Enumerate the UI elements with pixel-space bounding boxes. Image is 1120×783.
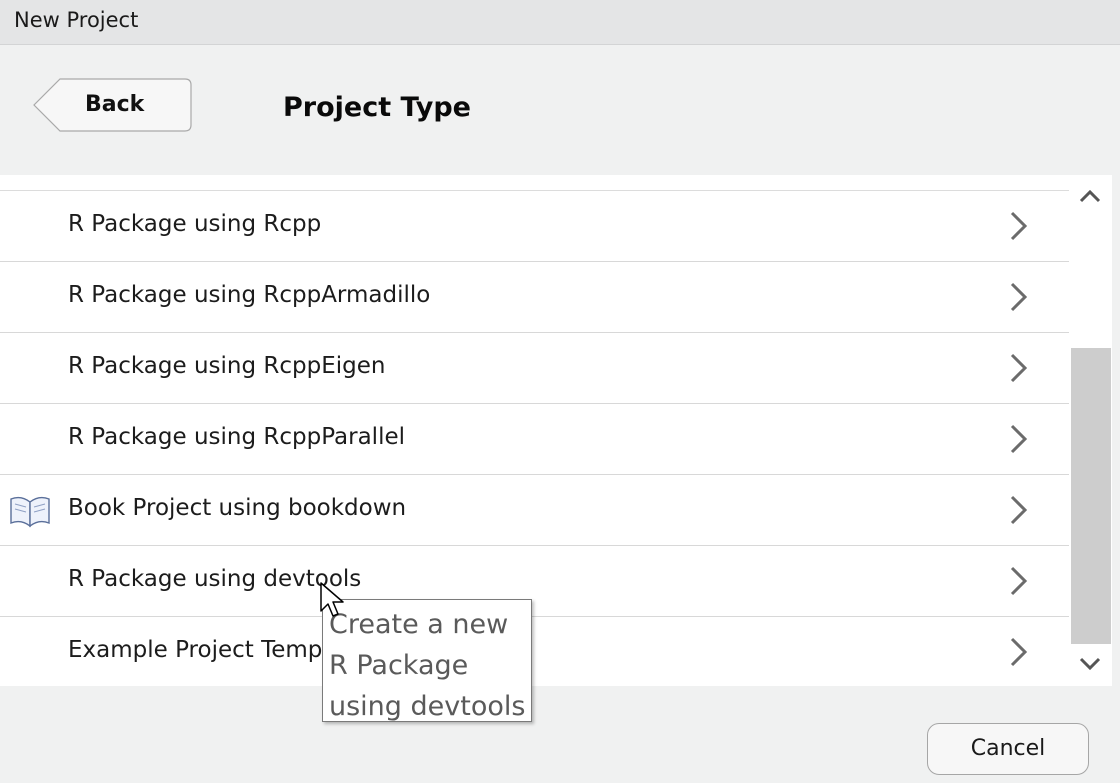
new-project-dialog: New Project Back Project Type R Package …	[0, 0, 1120, 783]
list-scrollbar[interactable]	[1069, 175, 1112, 686]
list-item-label: R Package using Rcpp	[68, 211, 322, 237]
list-item-label: Book Project using bookdown	[68, 495, 407, 521]
chevron-right-icon	[1010, 282, 1028, 312]
chevron-right-icon	[1010, 566, 1028, 596]
chevron-right-icon	[1010, 211, 1028, 241]
back-button[interactable]: Back	[33, 78, 192, 132]
chevron-right-icon	[1010, 353, 1028, 383]
scroll-down-arrow-icon[interactable]	[1077, 653, 1103, 675]
chevron-right-icon	[1010, 495, 1028, 525]
cancel-button[interactable]: Cancel	[927, 723, 1089, 775]
list-item-rcppparallel[interactable]: R Package using RcppParallel	[0, 404, 1069, 475]
list-item-rcpparmadillo[interactable]: R Package using RcppArmadillo	[0, 262, 1069, 333]
mouse-cursor-icon	[320, 582, 344, 617]
list-item-label: R Package using RcppArmadillo	[68, 282, 431, 308]
back-button-label: Back	[85, 92, 145, 117]
chevron-right-icon	[1010, 637, 1028, 667]
project-type-list: R Package using Rcpp R Package using Rcp…	[0, 175, 1069, 686]
book-icon	[10, 496, 50, 528]
title-bar: New Project	[0, 0, 1120, 45]
list-item-rcpp[interactable]: R Package using Rcpp	[0, 191, 1069, 262]
tooltip: Create a new R Package using devtools	[322, 599, 532, 722]
list-item-label: R Package using RcppParallel	[68, 424, 406, 450]
list-item-bookdown[interactable]: Book Project using bookdown	[0, 475, 1069, 546]
list-item-devtools[interactable]: R Package using devtools	[0, 546, 1069, 617]
list-item-label: R Package using RcppEigen	[68, 353, 386, 379]
list-item-rcppeigen[interactable]: R Package using RcppEigen	[0, 333, 1069, 404]
scrollbar-thumb[interactable]	[1071, 348, 1111, 644]
scroll-up-arrow-icon[interactable]	[1077, 185, 1103, 207]
list-item-label: R Package using devtools	[68, 566, 362, 592]
window-title: New Project	[14, 8, 139, 32]
chevron-right-icon	[1010, 424, 1028, 454]
page-title: Project Type	[283, 92, 471, 123]
list-item-example-template[interactable]: Example Project Template	[0, 617, 1069, 686]
